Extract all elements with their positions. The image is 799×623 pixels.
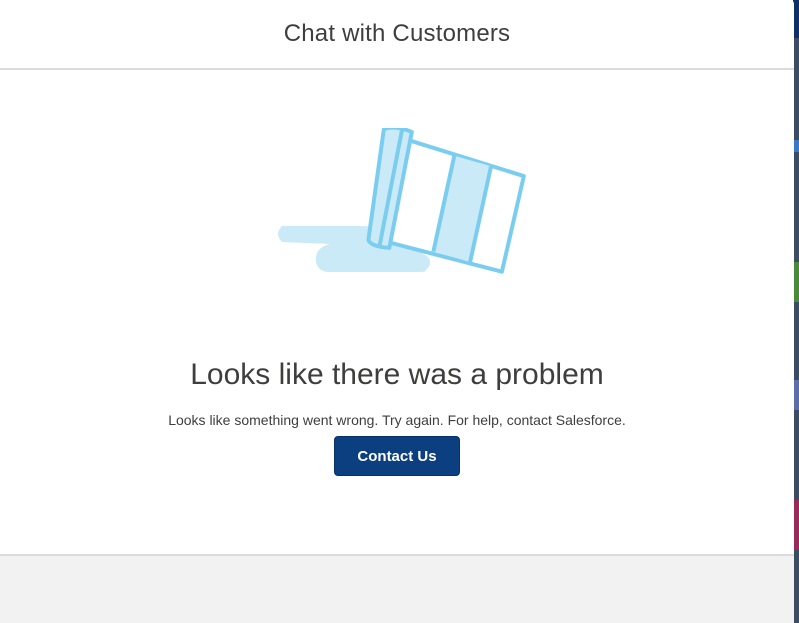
modal-footer	[0, 556, 794, 623]
chat-modal: Chat with Customers Looks like there was…	[0, 0, 794, 623]
error-message: Looks like something went wrong. Try aga…	[168, 412, 626, 428]
modal-title: Chat with Customers	[283, 20, 511, 47]
modal-header: Chat with Customers	[0, 0, 794, 70]
contact-us-button[interactable]: Contact Us	[334, 436, 460, 476]
spill-drop	[420, 266, 426, 272]
error-heading: Looks like there was a problem	[190, 358, 604, 392]
modal-body: Looks like there was a problem Looks lik…	[0, 70, 794, 556]
spilled-cup-illustration	[278, 128, 526, 274]
